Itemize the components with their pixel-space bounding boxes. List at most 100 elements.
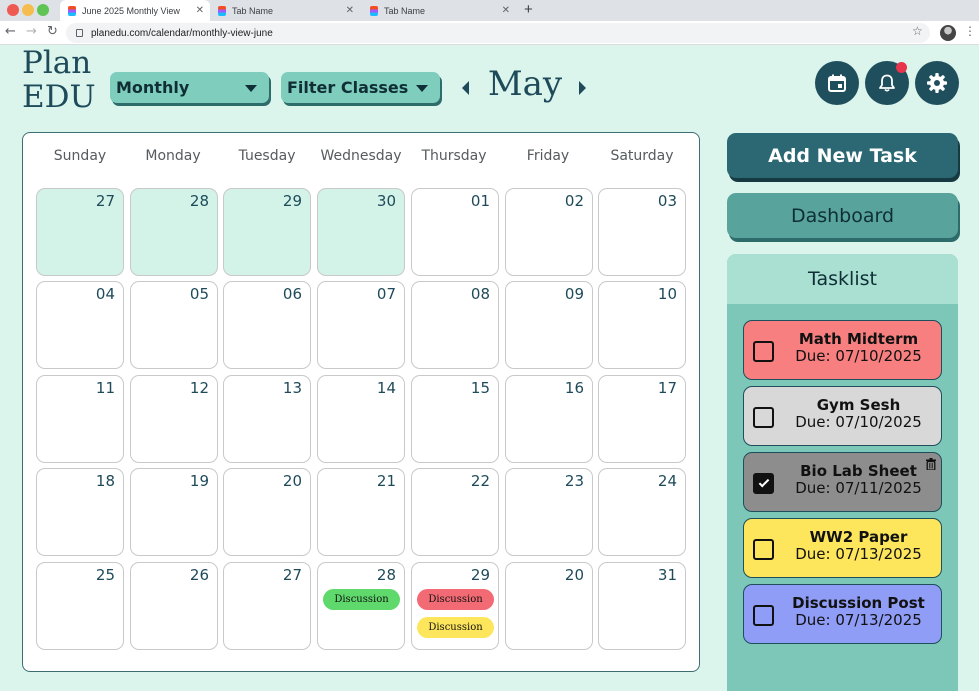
calendar-day-cell[interactable]: 11 [36,375,124,463]
bookmark-star-icon[interactable]: ☆ [912,24,923,38]
calendar-day-cell[interactable]: 21 [317,468,405,556]
tab-close-icon[interactable]: ✕ [346,5,354,16]
profile-avatar[interactable] [940,25,956,41]
close-window-icon[interactable] [7,4,19,16]
day-number: 26 [189,566,209,584]
back-arrow-icon[interactable]: ← [5,24,16,39]
view-select-value: Monthly [116,78,190,97]
weekday-header: Wednesday [320,148,402,164]
address-bar[interactable]: planedu.com/calendar/monthly-view-june [66,23,930,43]
calendar-icon [828,74,846,92]
task-checkbox[interactable] [753,605,774,626]
calendar-day-cell[interactable]: 20 [505,562,593,650]
calendar-day-cell[interactable]: 27 [223,562,311,650]
task-due-date: Due: 07/13/2025 [795,545,922,563]
weekday-header: Thursday [421,148,487,164]
calendar-day-cell[interactable]: 13 [223,375,311,463]
calendar-day-cell[interactable]: 06 [223,281,311,369]
calendar-day-cell[interactable]: 05 [130,281,218,369]
calendar-day-cell[interactable]: 12 [130,375,218,463]
day-number: 05 [189,285,209,303]
checkmark-icon [758,476,769,488]
tab-close-icon[interactable]: ✕ [196,5,204,16]
event-pill-discussion[interactable]: Discussion [323,589,400,610]
new-tab-button[interactable]: + [524,1,533,18]
calendar-day-cell[interactable]: 25 [36,562,124,650]
calendar-day-cell[interactable]: 20 [223,468,311,556]
day-number: 20 [282,472,302,490]
calendar-day-cell[interactable]: 29 [223,188,311,276]
browser-menu-icon[interactable]: ⋮ [964,24,976,38]
task-card[interactable]: Gym Sesh Due: 07/10/2025 [743,386,942,446]
filter-select-value: Filter Classes [287,78,409,97]
task-checkbox[interactable] [753,341,774,362]
task-card[interactable]: WW2 Paper Due: 07/13/2025 [743,518,942,578]
tab-close-icon[interactable]: ✕ [502,5,510,16]
browser-tab-active[interactable]: June 2025 Monthly View ✕ [60,0,210,21]
task-due-date: Due: 07/13/2025 [795,611,922,629]
figma-favicon-icon [68,5,76,16]
app-logo[interactable]: Plan EDU [22,46,96,114]
next-month-icon[interactable] [579,81,586,95]
calendar-day-cell[interactable]: 04 [36,281,124,369]
forward-arrow-icon[interactable]: → [26,24,37,39]
task-card[interactable]: Bio Lab Sheet Due: 07/11/2025 [743,452,942,512]
calendar-day-cell[interactable]: 30 [317,188,405,276]
task-checkbox[interactable] [753,539,774,560]
task-card[interactable]: Math Midterm Due: 07/10/2025 [743,320,942,380]
calendar-day-cell[interactable]: 22 [411,468,499,556]
calendar-day-cell[interactable]: 10 [598,281,686,369]
dashboard-button[interactable]: Dashboard [727,193,958,238]
task-checkbox[interactable] [753,407,774,428]
browser-tab[interactable]: Tab Name ✕ [210,0,360,21]
calendar-day-cell[interactable]: 02 [505,188,593,276]
previous-month-icon[interactable] [462,81,469,95]
task-checkbox[interactable] [753,473,774,494]
trash-icon[interactable] [926,458,936,470]
add-new-task-button[interactable]: Add New Task [727,133,958,178]
notification-badge [896,62,907,73]
calendar-day-cell[interactable]: 23 [505,468,593,556]
reload-icon[interactable]: ↻ [47,24,58,39]
calendar-day-cell[interactable]: 08 [411,281,499,369]
event-pill-discussion[interactable]: Discussion [417,617,494,638]
calendar-day-cell[interactable]: 16 [505,375,593,463]
gear-icon [927,73,947,93]
day-number: 12 [189,379,209,397]
maximize-window-icon[interactable] [37,4,49,16]
day-number: 17 [657,379,677,397]
chevron-down-icon [245,85,257,92]
day-number: 27 [282,566,302,584]
task-card[interactable]: Discussion Post Due: 07/13/2025 [743,584,942,644]
weekday-header: Sunday [53,148,107,164]
calendar-day-cell[interactable]: 03 [598,188,686,276]
calendar-day-cell[interactable]: 17 [598,375,686,463]
calendar-day-cell[interactable]: 24 [598,468,686,556]
logo-line-plan: Plan [22,45,92,81]
calendar-day-cell[interactable]: 29 Discussion Discussion [411,562,499,650]
day-number: 29 [470,566,490,584]
lock-icon [76,29,83,37]
calendar-day-cell[interactable]: 18 [36,468,124,556]
settings-button[interactable] [915,61,959,105]
event-pill-discussion[interactable]: Discussion [417,589,494,610]
browser-tab[interactable]: Tab Name ✕ [362,0,516,21]
calendar-day-cell[interactable]: 09 [505,281,593,369]
filter-classes-select[interactable]: Filter Classes [281,72,440,103]
calendar-day-cell[interactable]: 26 [130,562,218,650]
calendar-day-cell[interactable]: 15 [411,375,499,463]
calendar-day-cell[interactable]: 27 [36,188,124,276]
calendar-day-cell[interactable]: 07 [317,281,405,369]
day-number: 24 [657,472,677,490]
calendar-day-cell[interactable]: 31 [598,562,686,650]
calendar-day-cell[interactable]: 28 [130,188,218,276]
calendar-button[interactable] [815,61,859,105]
calendar-day-cell[interactable]: 01 [411,188,499,276]
calendar-day-cell[interactable]: 14 [317,375,405,463]
calendar-day-cell[interactable]: 19 [130,468,218,556]
day-number: 16 [564,379,584,397]
view-select[interactable]: Monthly [110,72,269,103]
minimize-window-icon[interactable] [22,4,34,16]
chevron-down-icon [416,85,428,92]
calendar-day-cell[interactable]: 28 Discussion [317,562,405,650]
